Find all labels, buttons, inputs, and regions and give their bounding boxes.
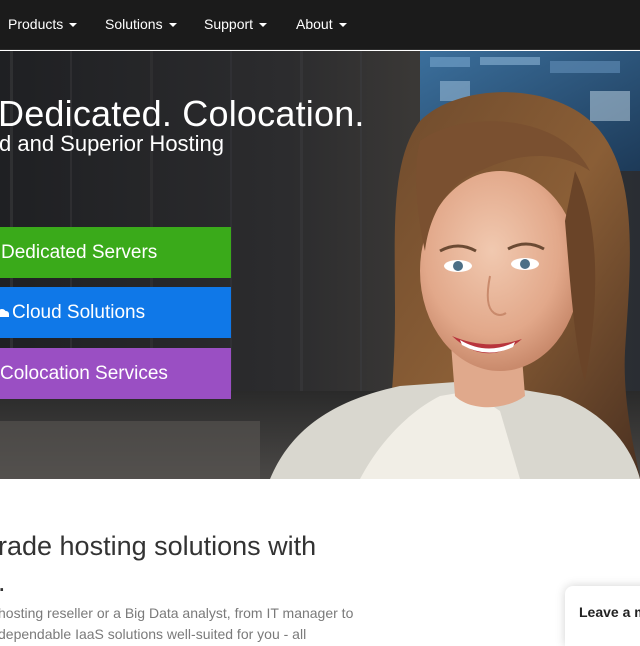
nav-solutions-menu[interactable]: Solutions bbox=[105, 0, 177, 50]
nav-products-label: Products bbox=[8, 16, 64, 32]
section-intro-line1: hosting reseller or a Big Data analyst, … bbox=[0, 605, 354, 621]
section-heading-line1: rade hosting solutions with bbox=[0, 531, 317, 561]
dedicated-servers-button[interactable]: Dedicated Servers bbox=[0, 227, 231, 278]
section-intro-text: hosting reseller or a Big Data analyst, … bbox=[0, 603, 418, 645]
cloud-solutions-button[interactable]: Cloud Solutions bbox=[0, 287, 231, 338]
hero-heading: Dedicated. Colocation. bbox=[0, 93, 365, 134]
chevron-down-icon bbox=[168, 23, 177, 28]
section-intro-line2: dependable IaaS solutions well-suited fo… bbox=[0, 626, 307, 642]
nav-support-menu[interactable]: Support bbox=[204, 0, 268, 50]
nav-about-menu[interactable]: About bbox=[296, 0, 347, 50]
chat-tab-label: Leave a m bbox=[579, 604, 640, 620]
nav-support-label: Support bbox=[204, 16, 254, 32]
hero-subheading: d and Superior Hosting bbox=[0, 131, 225, 156]
nav-solutions-label: Solutions bbox=[105, 16, 163, 32]
cloud-icon bbox=[0, 308, 9, 317]
top-navbar: Products Solutions Support About bbox=[0, 0, 640, 50]
nav-about-label: About bbox=[296, 16, 333, 32]
section-heading: rade hosting solutions with . bbox=[0, 528, 316, 600]
dedicated-servers-label: Dedicated Servers bbox=[1, 242, 158, 264]
section-heading-line2: . bbox=[0, 564, 316, 600]
chevron-down-icon bbox=[259, 23, 268, 28]
chevron-down-icon bbox=[69, 23, 78, 28]
cloud-solutions-label: Cloud Solutions bbox=[12, 302, 146, 324]
hero-banner: Dedicated. Colocation. d and Superior Ho… bbox=[0, 51, 640, 479]
nav-products-menu[interactable]: Products bbox=[8, 0, 78, 50]
colocation-services-label: Colocation Services bbox=[0, 363, 168, 385]
chevron-down-icon bbox=[338, 23, 347, 28]
colocation-services-button[interactable]: Colocation Services bbox=[0, 348, 231, 399]
leave-message-chat-tab[interactable]: Leave a m bbox=[565, 586, 640, 646]
